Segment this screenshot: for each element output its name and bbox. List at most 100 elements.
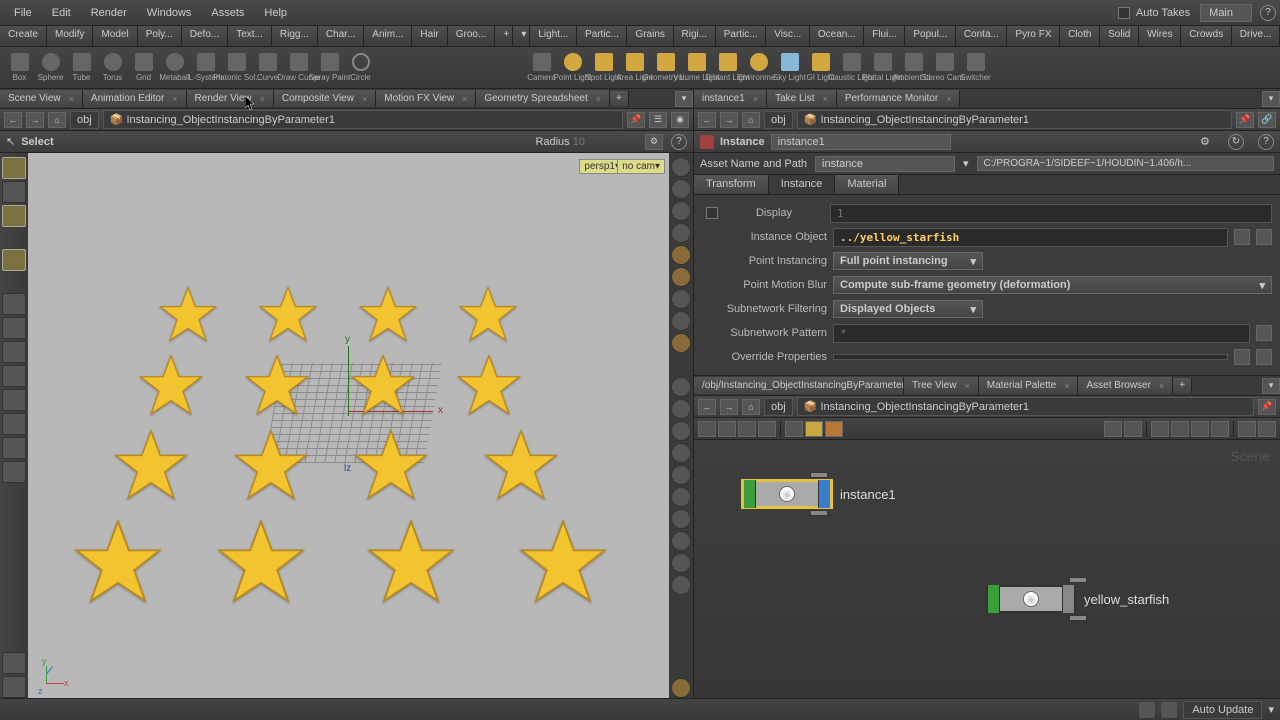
handle-tool-icon[interactable]: [2, 249, 26, 271]
refresh-icon[interactable]: [1161, 702, 1177, 718]
path-obj[interactable]: obj: [70, 111, 99, 129]
tab-composite-view[interactable]: Composite View×: [274, 90, 376, 107]
tool-platonic[interactable]: Platonic Sol..: [221, 53, 252, 82]
tool-icon[interactable]: [2, 413, 26, 435]
shelf-tab[interactable]: Light...: [530, 26, 577, 46]
shelf-tab[interactable]: Char...: [318, 26, 364, 46]
menu-render[interactable]: Render: [81, 3, 137, 23]
shelf-tab[interactable]: Hair: [412, 26, 447, 46]
display-opt-icon[interactable]: [671, 399, 691, 419]
shelf-tab[interactable]: Defo...: [182, 26, 228, 46]
jump-to-icon[interactable]: [1256, 229, 1272, 245]
display-opt-icon[interactable]: [671, 575, 691, 595]
menu-file[interactable]: File: [4, 3, 42, 23]
path-scene[interactable]: 📦 Instancing_ObjectInstancingByParameter…: [103, 110, 623, 129]
point-instancing-select[interactable]: Full point instancing ▾: [833, 252, 983, 270]
tab-motionfx-view[interactable]: Motion FX View×: [376, 90, 476, 107]
net-tree-icon[interactable]: [738, 421, 756, 437]
shelf-tab[interactable]: Partic...: [716, 26, 766, 46]
tab-transform[interactable]: Transform: [694, 175, 769, 194]
display-opt-icon[interactable]: [671, 245, 691, 265]
nav-home-icon[interactable]: ⌂: [742, 112, 760, 128]
menu-edit[interactable]: Edit: [42, 3, 81, 23]
tool-torus[interactable]: Torus: [97, 53, 128, 82]
shelf-tab[interactable]: Pyro FX: [1007, 26, 1060, 46]
tool-camera[interactable]: Camera: [526, 53, 557, 82]
path-obj[interactable]: obj: [764, 398, 793, 416]
opts-icon[interactable]: ⚙: [645, 134, 663, 150]
shelf-tab[interactable]: Grains: [627, 26, 673, 46]
path-obj[interactable]: obj: [764, 111, 793, 129]
nav-home-icon[interactable]: ⌂: [48, 112, 66, 128]
shelf-tab[interactable]: Rigg...: [272, 26, 318, 46]
tab-material[interactable]: Material: [835, 175, 899, 194]
move-tool-icon[interactable]: [2, 181, 26, 203]
tool-stereocam[interactable]: Stereo Cam..: [929, 53, 960, 82]
pin-icon[interactable]: 📌: [627, 112, 645, 128]
help-icon[interactable]: ?: [1260, 5, 1276, 21]
shelf-tab-add[interactable]: +: [495, 26, 513, 46]
status-icon[interactable]: [1139, 702, 1155, 718]
shelf-tab[interactable]: Rigi...: [674, 26, 716, 46]
display-opt-icon[interactable]: [671, 333, 691, 353]
display-opt-icon[interactable]: [671, 531, 691, 551]
tool-icon[interactable]: [2, 341, 26, 363]
display-opt-icon[interactable]: [671, 311, 691, 331]
display-checkbox[interactable]: [706, 207, 718, 219]
nav-home-icon[interactable]: ⌂: [742, 399, 760, 415]
net-layout-icon[interactable]: [1151, 421, 1169, 437]
network-view[interactable]: Scene ◉ instance1 ◉: [694, 440, 1280, 698]
tool-pointlight[interactable]: Point Light: [557, 53, 588, 82]
shelf-tab[interactable]: Anim...: [364, 26, 412, 46]
override-props-field[interactable]: [833, 354, 1228, 360]
shelf-tab[interactable]: Wires: [1139, 26, 1181, 46]
gear-icon[interactable]: ⚙: [1200, 135, 1214, 149]
auto-update-toggle[interactable]: Auto Update: [1183, 701, 1262, 719]
shelf-tab[interactable]: Flui...: [864, 26, 905, 46]
display-opt-icon[interactable]: [671, 487, 691, 507]
display-opt-icon[interactable]: [671, 421, 691, 441]
shelf-tab[interactable]: Visc...: [766, 26, 810, 46]
tool-skylight[interactable]: Sky Light: [774, 53, 805, 82]
tool-icon[interactable]: [2, 365, 26, 387]
shelf-tab[interactable]: Poly...: [138, 26, 182, 46]
shelf-tab[interactable]: Popul...: [905, 26, 955, 46]
tool-envlight[interactable]: Environme..: [743, 53, 774, 82]
tool-box[interactable]: Box: [4, 53, 35, 82]
shelf-tab[interactable]: Create: [0, 26, 47, 46]
tool-metaball[interactable]: Metaball: [159, 53, 190, 82]
help-icon[interactable]: ?: [671, 134, 687, 150]
tab-scene-view[interactable]: Scene View×: [0, 90, 83, 107]
tool-icon[interactable]: [2, 676, 26, 698]
tab-material-palette[interactable]: Material Palette×: [979, 377, 1079, 394]
net-list-icon[interactable]: [698, 421, 716, 437]
chooser-icon[interactable]: [1256, 325, 1272, 341]
tab-asset-browser[interactable]: Asset Browser×: [1078, 377, 1173, 394]
display-opt-icon[interactable]: [671, 179, 691, 199]
tool-spotlight[interactable]: Spot Light: [588, 53, 619, 82]
tool-sphere[interactable]: Sphere: [35, 53, 66, 82]
shelf-tab[interactable]: Partic...: [577, 26, 627, 46]
display-opt-icon[interactable]: [671, 267, 691, 287]
display-opt-icon[interactable]: [671, 377, 691, 397]
auto-takes-checkbox[interactable]: [1118, 7, 1130, 19]
search-icon[interactable]: [1238, 421, 1256, 437]
dropdown-icon[interactable]: ▾: [963, 157, 969, 170]
net-layout-icon[interactable]: [1124, 421, 1142, 437]
nav-back-icon[interactable]: ←: [4, 112, 22, 128]
node-instance1[interactable]: ◉ instance1: [742, 480, 896, 508]
tool-grid[interactable]: Grid: [128, 53, 159, 82]
tab-instance[interactable]: Instance: [769, 175, 836, 194]
shelf-tab[interactable]: Model: [93, 26, 137, 46]
help-icon[interactable]: ?: [1258, 134, 1274, 150]
display-opt-icon[interactable]: [671, 157, 691, 177]
display-toggle-icon[interactable]: ☰: [649, 112, 667, 128]
pane-menu-icon[interactable]: ▾: [1262, 91, 1280, 107]
tab-add[interactable]: +: [1173, 378, 1192, 393]
menu-assets[interactable]: Assets: [201, 3, 254, 23]
net-layout-icon[interactable]: [1171, 421, 1189, 437]
tab-instance1[interactable]: instance1×: [694, 90, 767, 107]
pin-icon[interactable]: 📌: [1236, 112, 1254, 128]
jump-to-icon[interactable]: [1256, 349, 1272, 365]
display-opt-icon[interactable]: [671, 553, 691, 573]
